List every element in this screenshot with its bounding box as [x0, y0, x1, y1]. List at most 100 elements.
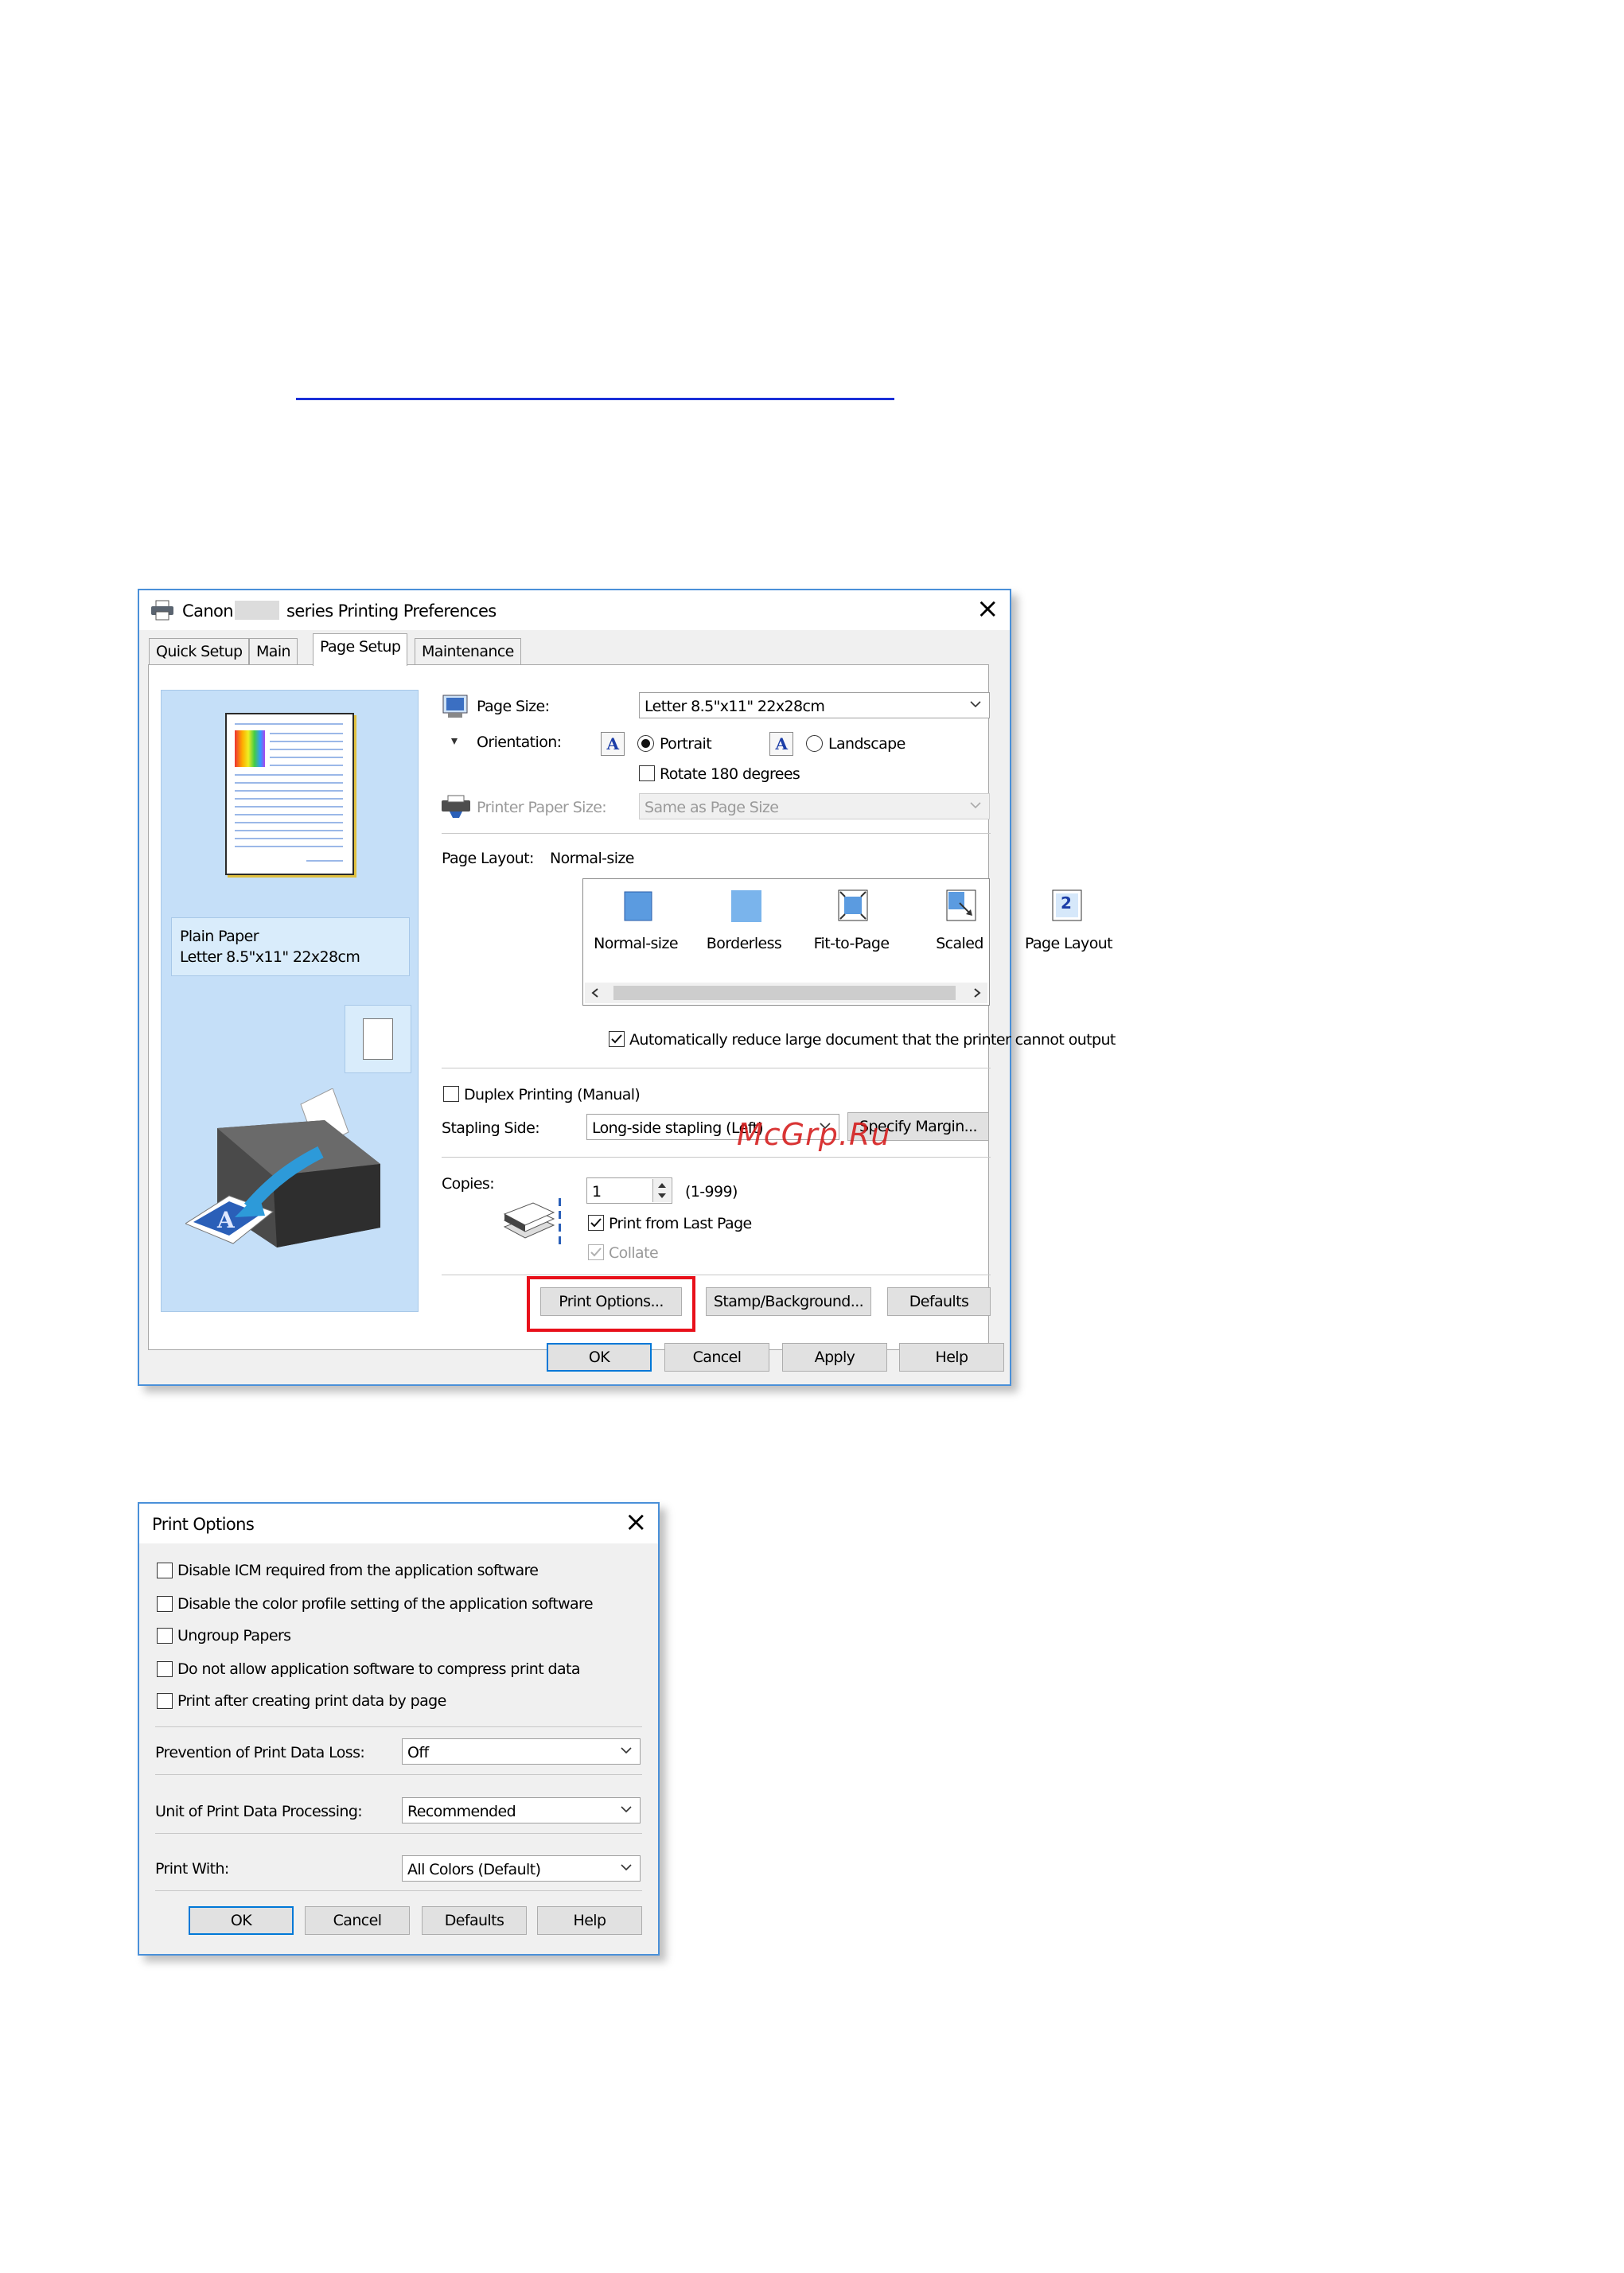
- landscape-icon: A: [769, 732, 793, 756]
- page-layout-label: Page Layout:: [442, 850, 534, 867]
- portrait-label[interactable]: Portrait: [660, 735, 712, 753]
- checkmark-icon: [590, 1218, 602, 1228]
- no-compress-label[interactable]: Do not allow application software to com…: [177, 1660, 580, 1678]
- paper-size-text: Letter 8.5"x11" 22x28cm: [180, 948, 360, 966]
- auto-reduce-label[interactable]: Automatically reduce large document that…: [629, 1031, 1116, 1049]
- stapling-side-label: Stapling Side:: [442, 1119, 540, 1137]
- layout-label: Page Layout: [1024, 935, 1113, 952]
- collate-checkbox[interactable]: [588, 1244, 604, 1260]
- stamp-background-button[interactable]: Stamp/Background...: [706, 1287, 871, 1316]
- page-size-icon: [442, 695, 468, 718]
- chevron-down-icon: [621, 1747, 632, 1754]
- tab-maintenance[interactable]: Maintenance: [415, 638, 521, 664]
- title-bar: Canon series Printing Preferences ×: [139, 590, 1010, 630]
- prevention-label: Prevention of Print Data Loss:: [155, 1744, 365, 1761]
- title-model-redacted: [235, 601, 279, 620]
- close-icon[interactable]: ×: [625, 1508, 647, 1535]
- copies-input[interactable]: 1: [586, 1177, 672, 1204]
- scroll-left-icon[interactable]: [590, 987, 601, 998]
- printer-paper-size-select[interactable]: Same as Page Size: [639, 793, 990, 819]
- help-button[interactable]: Help: [899, 1343, 1004, 1372]
- print-by-page-checkbox[interactable]: [157, 1693, 173, 1709]
- title-brand: Canon: [182, 601, 234, 621]
- portrait-radio[interactable]: [637, 735, 654, 752]
- scroll-right-icon[interactable]: [972, 987, 983, 998]
- disable-icm-checkbox[interactable]: [157, 1563, 173, 1578]
- duplex-label[interactable]: Duplex Printing (Manual): [464, 1086, 641, 1103]
- unit-select[interactable]: Recommended: [402, 1797, 641, 1823]
- media-type-text: Plain Paper: [180, 928, 259, 945]
- normal-size-icon: [624, 891, 652, 921]
- disable-color-profile-checkbox[interactable]: [157, 1596, 173, 1612]
- orientation-label: Orientation:: [477, 734, 562, 751]
- ok-button[interactable]: OK: [547, 1343, 652, 1372]
- defaults-button[interactable]: Defaults: [887, 1287, 991, 1316]
- ok-button[interactable]: OK: [189, 1906, 294, 1935]
- rotate-180-label[interactable]: Rotate 180 degrees: [660, 765, 800, 783]
- layout-scaled[interactable]: Scaled: [923, 887, 996, 959]
- title-text: series Printing Preferences: [286, 601, 497, 621]
- disable-icm-label[interactable]: Disable ICM required from the applicatio…: [177, 1562, 539, 1579]
- print-with-select[interactable]: All Colors (Default): [402, 1855, 641, 1882]
- layout-label: Fit-to-Page: [813, 935, 890, 952]
- rotate-180-checkbox[interactable]: [639, 765, 655, 781]
- defaults-button[interactable]: Defaults: [422, 1906, 527, 1935]
- page-layout-list[interactable]: Normal-size Borderless Fit-to-Page Scale…: [582, 878, 1113, 1006]
- tab-main[interactable]: Main: [249, 638, 298, 664]
- copies-range: (1-999): [685, 1183, 738, 1201]
- apply-button[interactable]: Apply: [782, 1343, 887, 1372]
- separator: [155, 1833, 642, 1834]
- help-button[interactable]: Help: [537, 1906, 642, 1935]
- no-compress-checkbox[interactable]: [157, 1661, 173, 1677]
- cancel-button[interactable]: Cancel: [664, 1343, 769, 1372]
- watermark: McGrp.Ru: [737, 1117, 891, 1152]
- horizontal-scrollbar[interactable]: [585, 983, 987, 1003]
- close-icon[interactable]: ×: [976, 595, 999, 622]
- separator: [155, 1890, 642, 1891]
- title-bar: Print Options ×: [139, 1504, 658, 1543]
- printer-paper-size-value: Same as Page Size: [645, 799, 779, 816]
- duplex-checkbox[interactable]: [443, 1086, 459, 1102]
- printer-illustration: A: [185, 1088, 380, 1247]
- tab-quick-setup[interactable]: Quick Setup: [149, 638, 250, 664]
- tab-page-setup[interactable]: Page Setup: [313, 633, 408, 666]
- copies-stack-icon: [503, 1198, 561, 1244]
- scroll-thumb[interactable]: [613, 986, 956, 1000]
- highlight-box: [527, 1276, 695, 1332]
- chevron-down-icon: [621, 1806, 632, 1813]
- hyperlink-underline[interactable]: [296, 398, 894, 400]
- cancel-button[interactable]: Cancel: [305, 1906, 410, 1935]
- layout-fit-to-page[interactable]: Fit-to-Page: [814, 887, 890, 959]
- unit-label: Unit of Print Data Processing:: [155, 1803, 363, 1820]
- layout-borderless[interactable]: Borderless: [707, 887, 782, 959]
- copies-value: 1: [592, 1183, 602, 1201]
- settings-preview: Plain Paper Letter 8.5"x11" 22x28cm A: [161, 690, 419, 1312]
- layout-normal-size[interactable]: Normal-size: [594, 887, 679, 959]
- ungroup-papers-label[interactable]: Ungroup Papers: [177, 1627, 291, 1644]
- separator: [155, 1774, 642, 1775]
- copies-stepper[interactable]: [652, 1179, 671, 1202]
- prevention-select[interactable]: Off: [402, 1738, 641, 1765]
- paper-source-icon: [363, 1018, 393, 1060]
- text-lines: [235, 723, 343, 862]
- page-layout-current: Normal-size: [550, 850, 634, 867]
- auto-reduce-checkbox[interactable]: [609, 1031, 625, 1047]
- layout-page-layout[interactable]: 2 Page Layout: [1025, 887, 1113, 959]
- page-layout-number: 2: [1061, 893, 1072, 913]
- print-from-last-page-label[interactable]: Print from Last Page: [609, 1215, 752, 1232]
- collate-label[interactable]: Collate: [609, 1244, 659, 1262]
- fit-to-page-icon: [838, 889, 868, 921]
- landscape-label[interactable]: Landscape: [828, 735, 905, 753]
- printing-preferences-dialog: Canon series Printing Preferences × Quic…: [138, 589, 1116, 1386]
- print-by-page-label[interactable]: Print after creating print data by page: [177, 1692, 446, 1710]
- landscape-radio[interactable]: [806, 735, 823, 752]
- copies-label: Copies:: [442, 1175, 495, 1193]
- paper-source-box: [345, 1005, 411, 1073]
- page-size-label: Page Size:: [477, 698, 550, 715]
- page-size-select[interactable]: Letter 8.5"x11" 22x28cm: [639, 692, 990, 718]
- disable-color-profile-label[interactable]: Disable the color profile setting of the…: [177, 1595, 594, 1613]
- print-from-last-page-checkbox[interactable]: [588, 1215, 604, 1231]
- ungroup-papers-checkbox[interactable]: [157, 1628, 173, 1644]
- svg-text:A: A: [216, 1207, 236, 1233]
- print-options-dialog: Print Options × Disable ICM required fro…: [138, 1502, 660, 1956]
